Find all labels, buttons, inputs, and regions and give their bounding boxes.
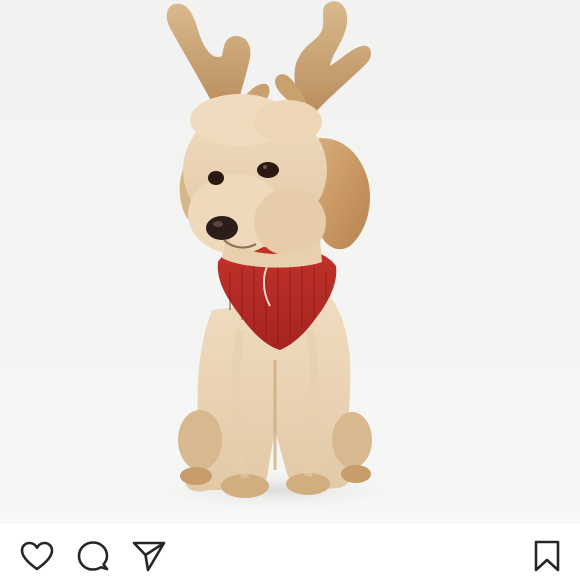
dog-photo-illustration bbox=[140, 1, 410, 512]
comment-button[interactable] bbox=[76, 539, 110, 573]
bookmark-icon bbox=[534, 540, 560, 572]
share-button[interactable] bbox=[132, 539, 166, 573]
post-action-bar bbox=[0, 524, 580, 580]
post-photo[interactable] bbox=[0, 0, 580, 524]
paper-plane-icon bbox=[132, 541, 166, 572]
instagram-post bbox=[0, 0, 580, 580]
dog-head bbox=[179, 94, 370, 268]
speech-bubble-icon bbox=[77, 541, 109, 571]
save-button[interactable] bbox=[530, 539, 564, 573]
heart-icon bbox=[20, 541, 54, 571]
right-antler bbox=[275, 1, 371, 117]
like-button[interactable] bbox=[20, 539, 54, 573]
